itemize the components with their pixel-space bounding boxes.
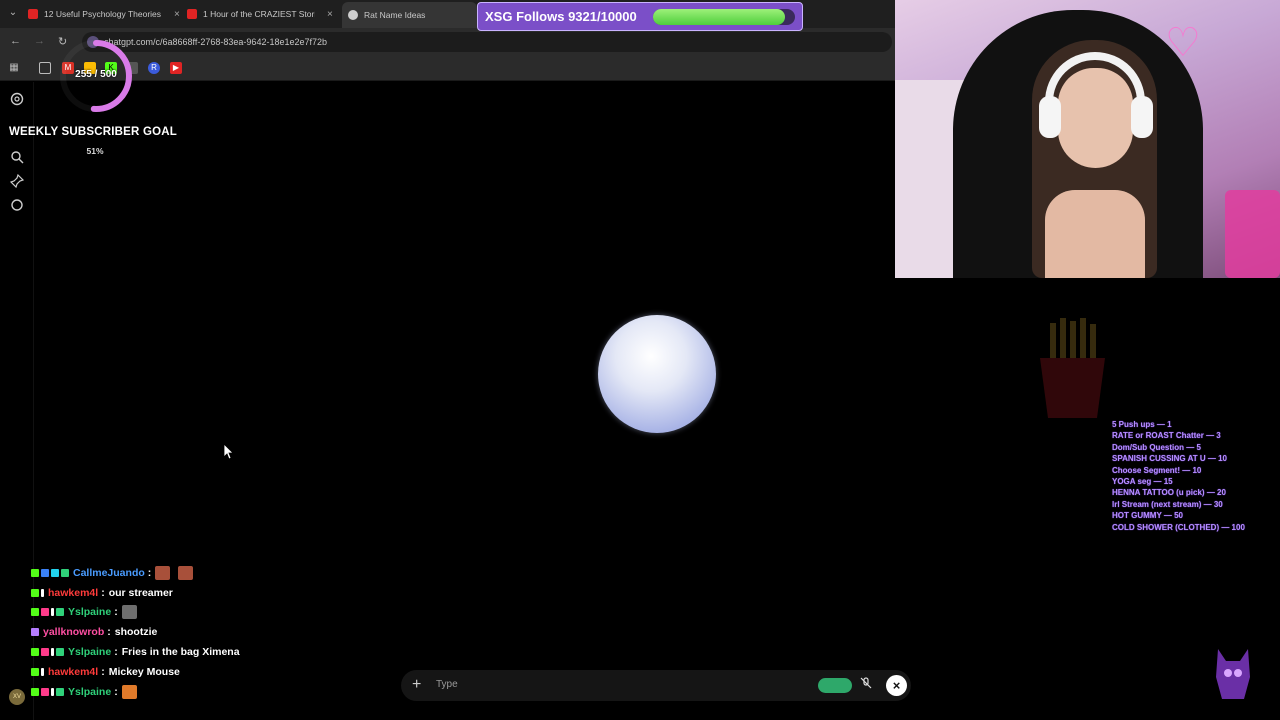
youtube-bookmark-icon[interactable]: ▶ [170, 62, 182, 74]
command-item: Choose Segment! — 10 [1112, 465, 1202, 475]
gift-badge-icon [56, 648, 64, 657]
webcam-feed: ♡ [895, 0, 1280, 278]
follow-goal-fill [653, 9, 786, 25]
kick-badge-icon [31, 608, 39, 617]
chat-text: Mickey Mouse [108, 665, 180, 678]
sword-badge-icon [51, 608, 54, 617]
chat-message: Yslpaine : [31, 682, 391, 702]
tab-close-icon[interactable]: × [327, 9, 333, 20]
subscriber-goal-title: WEEKLY SUBSCRIBER GOAL [9, 126, 177, 138]
message-input[interactable]: Type [436, 679, 458, 690]
chat-username[interactable]: Yslpaine [68, 606, 111, 618]
chat-text: Fries in the bag Ximena [121, 646, 240, 659]
sword-badge-icon [51, 648, 54, 657]
apps-grid-icon[interactable]: ▦ [8, 62, 20, 74]
chat-text: shootzie [114, 626, 158, 639]
pin-icon[interactable] [9, 173, 25, 189]
r-bookmark-icon[interactable]: R [148, 62, 160, 74]
channel-point-commands: 5 Push ups — 1 RATE or ROAST Chatter — 3… [1112, 419, 1280, 533]
chatgpt-sidebar [0, 82, 34, 720]
chat-message: hawkem4l : Mickey Mouse [31, 662, 391, 682]
tab-craziest-stories[interactable]: 1 Hour of the CRAZIEST Stories × [187, 4, 337, 24]
gift-badge-icon [61, 568, 69, 577]
subscriber-goal-percent: 51% [86, 146, 104, 156]
subscriber-badge-icon [31, 628, 39, 637]
command-item: COLD SHOWER (CLOTHED) — 100 [1112, 522, 1245, 532]
mouse-cursor-icon [224, 444, 234, 460]
command-item: 5 Push ups — 1 [1112, 420, 1172, 429]
chat-message: Yslpaine : [31, 603, 391, 623]
command-item: SPANISH CUSSING AT U — 10 [1112, 454, 1227, 464]
search-icon[interactable] [10, 150, 24, 164]
tab-rat-name-ideas[interactable]: Rat Name Ideas [342, 2, 477, 28]
avatar[interactable]: XV [9, 689, 25, 705]
sword-badge-icon [41, 588, 44, 597]
chat-username[interactable]: Yslpaine [68, 646, 111, 658]
stream-chat: CallmeJuando : hawkem4l : our streamer Y… [31, 563, 391, 702]
gem-badge-icon [51, 568, 59, 577]
address-bar[interactable]: chatgpt.com/c/6a8668ff-2768-83ea-9642-18… [82, 32, 892, 52]
kick-badge-icon [31, 687, 39, 696]
subscriber-goal-count: 255 / 500 [75, 69, 117, 80]
follow-goal-bar: XSG Follows 9321/10000 [477, 2, 803, 31]
chat-username[interactable]: Yslpaine [68, 686, 111, 698]
chat-username[interactable]: hawkem4l [48, 666, 98, 678]
chat-username[interactable]: yallknowrob [43, 626, 104, 638]
tab-close-icon[interactable]: × [174, 9, 180, 20]
chatgpt-logo-icon[interactable] [10, 92, 24, 106]
chat-text: our streamer [108, 586, 173, 599]
composer-bar: + Type × [401, 670, 911, 701]
back-icon[interactable]: ← [10, 35, 21, 47]
chat-message: hawkem4l : our streamer [31, 583, 391, 603]
follow-goal-track [653, 9, 795, 25]
kick-badge-icon [31, 588, 39, 597]
plus-icon[interactable]: + [412, 676, 421, 694]
kick-badge-icon [31, 667, 39, 676]
kick-badge-icon [31, 568, 39, 577]
forward-icon[interactable]: → [34, 35, 45, 47]
heart-badge-icon [41, 687, 49, 696]
command-item: RATE or ROAST Chatter — 3 [1112, 431, 1221, 441]
chat-message: yallknowrob : shootzie [31, 622, 391, 642]
emote-icon [121, 605, 137, 620]
chatgpt-favicon-icon [348, 10, 358, 20]
kick-badge-icon [31, 648, 39, 657]
gift-badge-icon [56, 608, 64, 617]
grammarly-icon[interactable] [818, 678, 852, 693]
tab-list-icon[interactable]: ⌄ [5, 5, 21, 21]
chat-message: Yslpaine : Fries in the bag Ximena [31, 642, 391, 662]
emote-icon [178, 565, 194, 580]
sword-badge-icon [51, 687, 54, 696]
command-item: HOT GUMMY — 50 [1112, 511, 1183, 521]
chat-message: CallmeJuando : [31, 563, 391, 583]
folder-icon[interactable] [39, 62, 51, 74]
bookmarks-bar: ▦ M K R ▶ [0, 55, 895, 81]
heart-badge-icon [41, 648, 49, 657]
subscriber-badge-icon [41, 568, 49, 577]
close-icon[interactable]: × [886, 675, 907, 696]
command-item: HENNA TATTOO (u pick) — 20 [1112, 488, 1226, 498]
command-item: Dom/Sub Question — 5 [1112, 442, 1201, 452]
youtube-icon [28, 9, 38, 19]
gift-badge-icon [56, 687, 64, 696]
command-item: lrl Stream (next stream) — 30 [1112, 499, 1223, 509]
tab-psychology[interactable]: 12 Useful Psychology Theories × [28, 4, 180, 24]
chat-username[interactable]: hawkem4l [48, 587, 98, 599]
youtube-icon [187, 9, 197, 19]
fries-logo-icon [1040, 318, 1105, 418]
emote-icon [155, 565, 171, 580]
mic-off-icon[interactable] [860, 677, 872, 692]
command-item: YOGA seg — 15 [1112, 477, 1173, 487]
chat-bubble-icon[interactable] [10, 198, 24, 212]
voice-mode-orb [598, 315, 716, 433]
heart-badge-icon [41, 608, 49, 617]
mascot-logo-icon [1216, 649, 1250, 699]
emote-icon [121, 684, 137, 699]
chat-username[interactable]: CallmeJuando [73, 567, 145, 579]
follow-goal-text: XSG Follows 9321/10000 [485, 9, 637, 24]
sword-badge-icon [41, 667, 44, 676]
